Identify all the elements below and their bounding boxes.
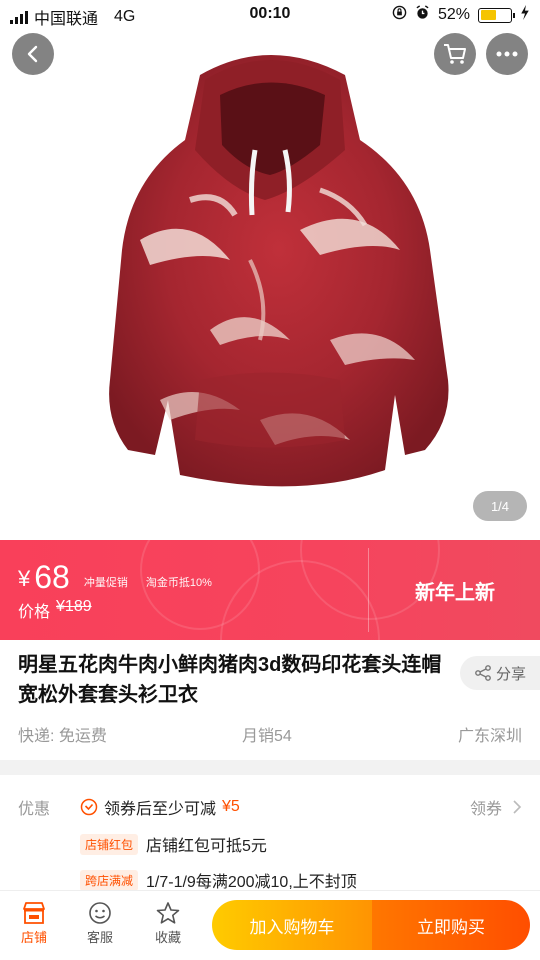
more-dots-icon [496,51,518,57]
claim-coupon-button[interactable]: 领券 [470,795,522,819]
product-image[interactable] [0,0,540,540]
shop-label: 店铺 [20,930,47,945]
alarm-icon [415,5,430,25]
coupon-amount: ¥5 [222,798,240,815]
share-button[interactable]: 分享 [460,656,540,690]
coupon-tag: 跨店满减 [80,869,139,891]
shopping-cart-icon [444,44,466,64]
chevron-left-icon [27,45,38,63]
bottom-action-bar: 店铺 客服 收藏 加入购物车 立即购买 [0,890,540,960]
coupon-row: 跨店满减 1/7-1/9每满200减10,上不封顶 [80,868,357,892]
original-price-label: 价格 [18,604,51,621]
status-bar: 中国联通 4G 00:10 52% [0,0,540,30]
share-icon [475,665,491,681]
battery-icon [478,7,515,23]
ship-location: 广东深圳 [457,728,522,745]
rotation-lock-icon [392,5,407,25]
coupon-section[interactable]: 优惠 领券后至少可减 ¥5 领券 店铺红包 店铺红包可抵5元 跨店满减 1/7-… [0,775,540,895]
star-icon [156,902,180,924]
coupon-row-text: 店铺红包可抵5元 [146,838,267,855]
status-right: 52% [392,5,530,25]
coupon-icon [80,798,98,816]
customer-service-icon [89,902,111,924]
promo-tag-2: 淘金币抵10% [145,577,212,589]
favorite-label: 收藏 [154,930,181,945]
product-info: 明星五花肉牛肉小鲜肉猪肉3d数码印花套头连帽宽松外套套头衫卫衣 分享 快递: 免… [0,640,540,760]
original-price: ¥189 [56,598,92,615]
more-button[interactable] [486,33,528,75]
current-price: 68 [34,559,70,595]
coupon-text: 领券后至少可减 [104,801,217,818]
hoodie-image [109,55,449,487]
chevron-right-icon [513,800,522,814]
promo-tag-1: 冲量促销 [83,577,128,589]
customer-service-label: 客服 [86,930,113,945]
shipping-info: 快递: 免运费 [18,728,107,745]
back-button[interactable] [12,33,54,75]
share-label: 分享 [495,665,526,683]
coupon-row-text: 1/7-1/9每满200减10,上不封顶 [146,874,357,891]
coupon-tag: 店铺红包 [80,833,139,855]
new-year-promo: 新年上新 [415,581,495,604]
favorite-button[interactable]: 收藏 [138,899,198,946]
coupon-line[interactable]: 领券后至少可减 ¥5 [80,795,240,819]
claim-coupon-label: 领券 [469,801,502,818]
price-banner: ¥ 68 冲量促销 淘金币抵10% 价格 ¥189 新年上新 [0,540,540,640]
store-icon [23,902,45,924]
shop-button[interactable]: 店铺 [4,899,64,946]
battery-percent: 52% [437,6,470,23]
charging-icon [520,5,530,25]
currency-symbol: ¥ [18,566,31,591]
customer-service-button[interactable]: 客服 [70,899,130,946]
banner-divider [368,548,369,632]
product-title: 明星五花肉牛肉小鲜肉猪肉3d数码印花套头连帽宽松外套套头衫卫衣 [18,654,442,706]
coupon-section-label: 优惠 [18,801,51,818]
buy-now-button[interactable]: 立即购买 [372,900,530,950]
monthly-sales: 月销54 [242,728,292,745]
gallery-page-indicator: 1/4 [473,491,527,521]
price-block: ¥ 68 冲量促销 淘金币抵10% 价格 ¥189 [18,560,212,622]
add-to-cart-button[interactable]: 加入购物车 [212,900,372,950]
coupon-row: 店铺红包 店铺红包可抵5元 [80,832,267,856]
cart-button[interactable] [434,33,476,75]
